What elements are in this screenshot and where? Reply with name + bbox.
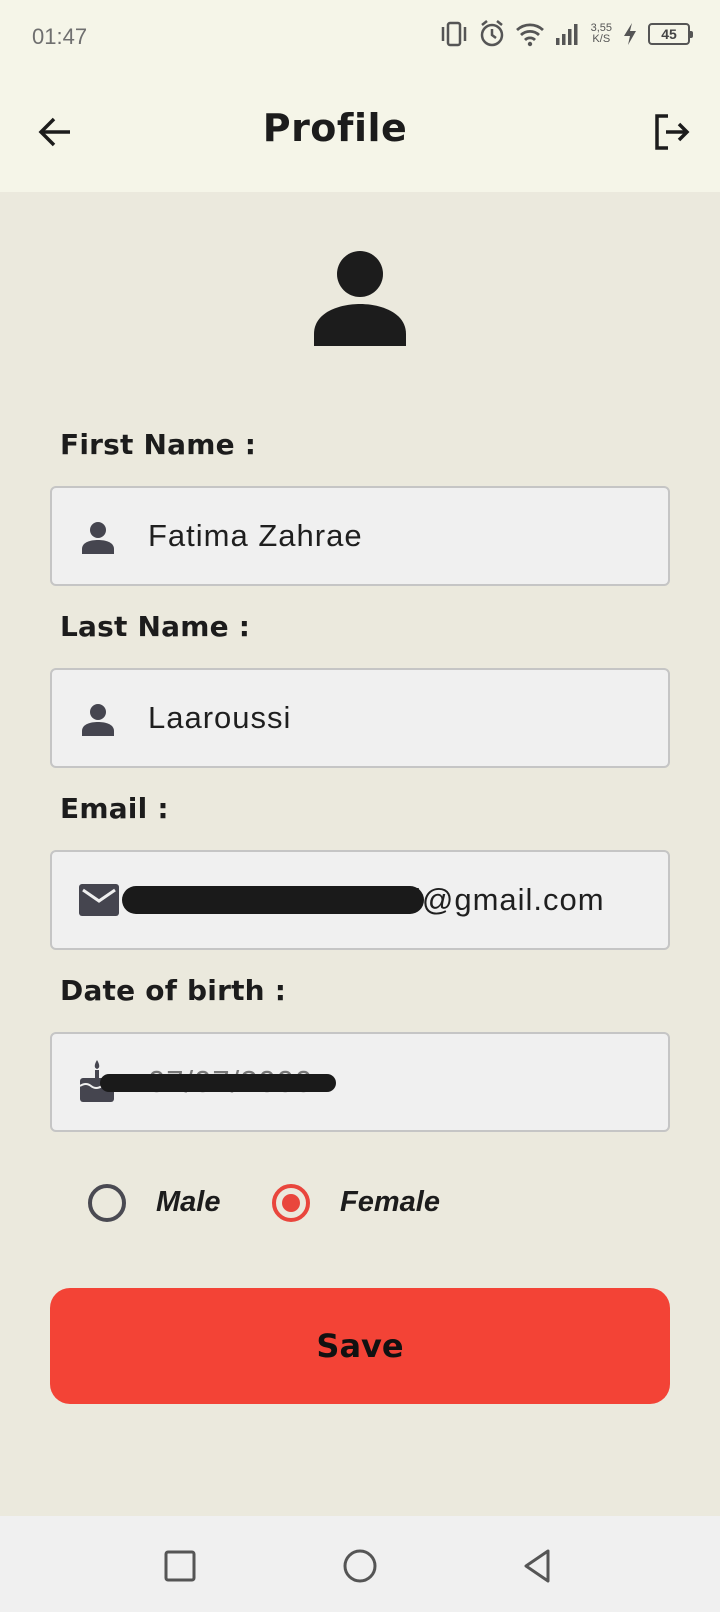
mail-icon [79,884,119,916]
system-navigation-bar [0,1516,720,1612]
person-icon [82,522,114,554]
last-name-label: Last Name : [60,610,251,643]
female-radio[interactable] [272,1184,310,1222]
page-title: Profile [262,106,408,150]
gender-radio-group: Male Female [0,1180,720,1230]
last-name-value[interactable]: Laaroussi [148,700,291,736]
recents-square-icon[interactable] [160,1546,200,1586]
charging-icon [624,23,636,45]
email-label: Email : [60,792,169,825]
network-speed: 3,55 K/S [590,22,612,45]
status-bar: 01:47 3,55 K/S 45 [0,0,720,78]
app-bar: Profile [0,78,720,192]
dob-redaction [100,1074,336,1092]
back-triangle-icon[interactable] [518,1546,558,1586]
alarm-icon [480,20,503,47]
email-field[interactable]: l@gmail.com [50,850,670,950]
battery-indicator: 45 [648,23,693,45]
wifi-icon [515,23,544,47]
logout-icon [655,114,690,150]
signal-icon [555,24,578,45]
email-redaction [122,886,424,914]
female-label[interactable]: Female [340,1186,440,1219]
first-name-field[interactable]: Fatima Zahrae [50,486,670,586]
male-radio[interactable] [88,1184,126,1222]
first-name-label: First Name : [60,428,257,461]
save-button[interactable]: Save [50,1288,670,1404]
person-icon [82,704,114,736]
status-time: 01:47 [32,24,88,49]
last-name-field[interactable]: Laaroussi [50,668,670,768]
vibrate-icon [441,21,466,47]
dob-label: Date of birth : [60,974,287,1007]
logout-button[interactable] [652,112,692,152]
person-icon [314,251,406,346]
dob-field[interactable]: 07/07/2000 [50,1032,670,1132]
male-label[interactable]: Male [156,1186,220,1219]
first-name-value[interactable]: Fatima Zahrae [148,518,363,554]
status-icons: 3,55 K/S 45 [439,20,693,48]
home-circle-icon[interactable] [340,1546,380,1586]
email-value[interactable]: l@gmail.com [414,882,605,918]
